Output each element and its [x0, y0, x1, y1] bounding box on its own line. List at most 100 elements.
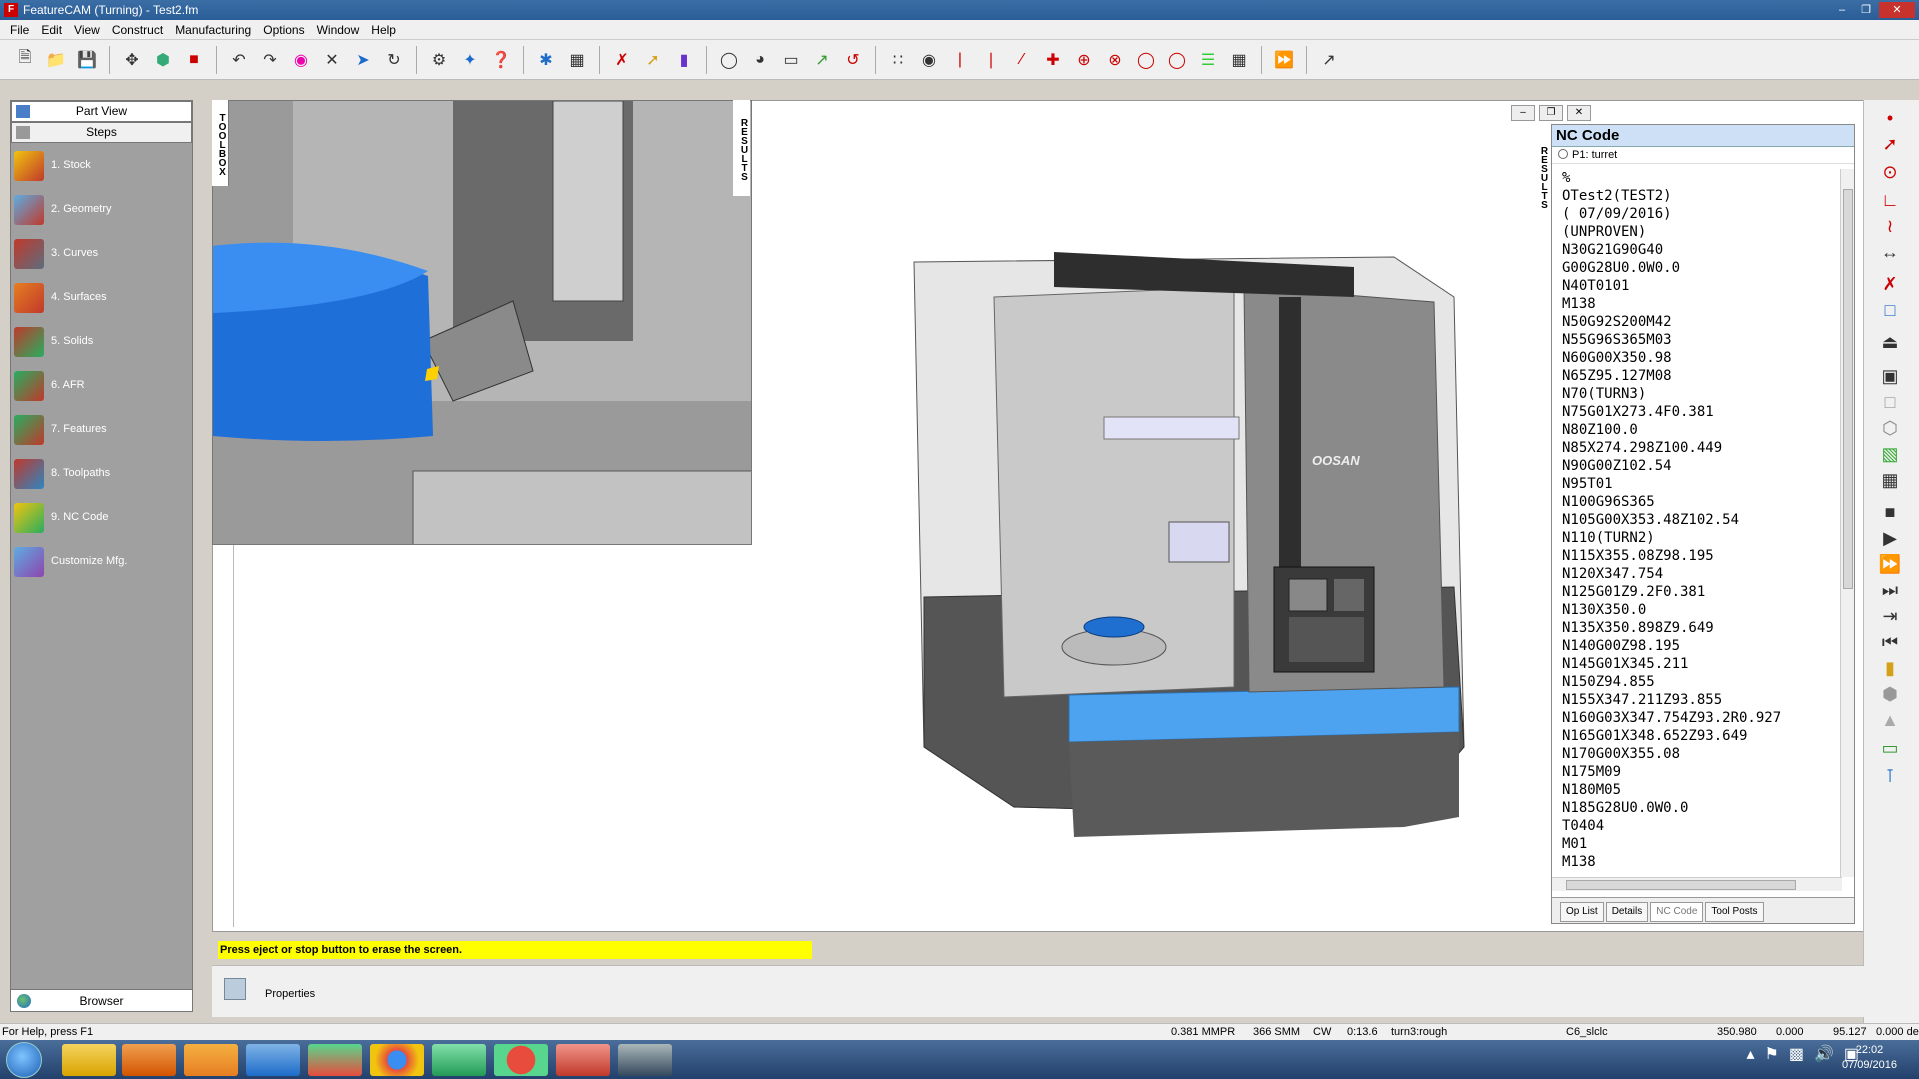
menu-manufacturing[interactable]: Manufacturing [175, 23, 251, 37]
sim-3d-icon[interactable]: ▦ [1878, 468, 1902, 492]
volume-icon[interactable]: 🔊 [1814, 1044, 1834, 1064]
nc-code-line[interactable]: N140G00Z98.195 [1562, 637, 1838, 655]
nc-code-line[interactable]: N80Z100.0 [1562, 421, 1838, 439]
nc-code-line[interactable]: N115X355.08Z98.195 [1562, 547, 1838, 565]
circle-center-icon[interactable]: ⊕ [1071, 47, 1097, 73]
line-vertical-icon[interactable]: | [947, 47, 973, 73]
explorer-icon[interactable] [62, 1044, 116, 1076]
nc-code-line[interactable]: M01 [1562, 835, 1838, 853]
nc-code-line[interactable]: N55G96S365M03 [1562, 331, 1838, 349]
snap-icon[interactable]: ✱ [533, 47, 559, 73]
pan-icon[interactable]: ✥ [119, 47, 145, 73]
open-folder-icon[interactable]: 📁 [43, 47, 69, 73]
viewport-minimize-button[interactable]: – [1511, 105, 1535, 121]
properties-label[interactable]: Properties [265, 988, 315, 1000]
menu-view[interactable]: View [74, 23, 100, 37]
viewport-close-button[interactable]: ✕ [1567, 105, 1591, 121]
step-features[interactable]: 7. Features [11, 407, 192, 451]
eraser-icon[interactable]: ▭ [778, 47, 804, 73]
network-icon[interactable]: ▩ [1789, 1044, 1804, 1064]
layers-icon[interactable]: ☰ [1195, 47, 1221, 73]
step-toolpath-icon[interactable]: ⇥ [1878, 604, 1902, 628]
view-top-icon[interactable]: ▣ [1878, 364, 1902, 388]
circle-tool-icon[interactable]: ⊙ [1878, 160, 1902, 184]
help-icon[interactable]: ❓ [488, 47, 514, 73]
nc-code-line[interactable]: % [1562, 169, 1838, 187]
wizard-icon[interactable]: ✦ [457, 47, 483, 73]
step-curves[interactable]: 3. Curves [11, 231, 192, 275]
nc-code-line[interactable]: N85X274.298Z100.449 [1562, 439, 1838, 457]
browser-tab[interactable]: Browser [11, 989, 192, 1011]
nc-code-line[interactable]: N90G00Z102.54 [1562, 457, 1838, 475]
transform-tool-icon[interactable]: □ [1878, 298, 1902, 322]
dimension-icon[interactable]: ↔ [1878, 240, 1902, 264]
play-icon[interactable]: ▶ [1878, 526, 1902, 550]
start-button[interactable] [6, 1042, 42, 1078]
step-customize-mfg[interactable]: Customize Mfg. [11, 539, 192, 583]
step-geometry[interactable]: 2. Geometry [11, 187, 192, 231]
minimize-button[interactable]: – [1831, 2, 1853, 18]
calculator-icon[interactable]: ▦ [1226, 47, 1252, 73]
arc-tool-icon[interactable]: ∟ [1878, 188, 1902, 212]
results-label-inset[interactable]: RESULTS [733, 100, 750, 196]
toolbox-label[interactable]: TOOLBOX [212, 100, 229, 186]
circle-tangent-icon[interactable]: ◯ [1164, 47, 1190, 73]
tab-nc-code[interactable]: NC Code [1650, 902, 1704, 922]
steps-tab[interactable]: Steps [11, 122, 192, 143]
chrome-icon[interactable] [370, 1044, 424, 1076]
nc-code-line[interactable]: N130X350.0 [1562, 601, 1838, 619]
step-stock[interactable]: 1. Stock [11, 143, 192, 187]
setup-icon[interactable]: ⚙ [426, 47, 452, 73]
simulate-icon[interactable]: ⏩ [1271, 47, 1297, 73]
grid-icon[interactable]: ▦ [564, 47, 590, 73]
redo-icon[interactable]: ↷ [257, 47, 283, 73]
system-clock[interactable]: 22:02 07/09/2016 [1842, 1043, 1897, 1073]
nc-code-line[interactable]: N50G92S200M42 [1562, 313, 1838, 331]
line-tool-icon[interactable]: ➚ [1878, 132, 1902, 156]
tray-arrow-icon[interactable]: ▴ [1746, 1044, 1754, 1064]
nc-code-line[interactable]: N170G00X355.08 [1562, 745, 1838, 763]
step-solids[interactable]: 5. Solids [11, 319, 192, 363]
nc-code-line[interactable]: N75G01X273.4F0.381 [1562, 403, 1838, 421]
crosshair-icon[interactable]: ✚ [1040, 47, 1066, 73]
line-angle-icon[interactable]: ∕ [1009, 47, 1035, 73]
menu-edit[interactable]: Edit [41, 23, 62, 37]
pointer-icon[interactable]: ↗ [1316, 47, 1342, 73]
shade-cube-icon[interactable]: ⬢ [1878, 682, 1902, 706]
point-grid-icon[interactable]: ∷ [885, 47, 911, 73]
nc-code-line[interactable]: N150Z94.855 [1562, 673, 1838, 691]
nc-vertical-scrollbar[interactable] [1840, 169, 1854, 877]
menu-options[interactable]: Options [263, 23, 304, 37]
menu-file[interactable]: File [10, 23, 29, 37]
toolbox-inset-view[interactable] [212, 100, 752, 545]
nc-code-line[interactable]: N160G03X347.754Z93.2R0.927 [1562, 709, 1838, 727]
measure-icon[interactable]: ◯ [716, 47, 742, 73]
fillet-icon[interactable]: ◕ [747, 47, 773, 73]
extend-icon[interactable]: ➚ [640, 47, 666, 73]
lasso-icon[interactable]: ↻ [381, 47, 407, 73]
nc-code-line[interactable]: (UNPROVEN) [1562, 223, 1838, 241]
close-button[interactable]: ✕ [1879, 2, 1915, 18]
view-iso-icon[interactable]: ⬡ [1878, 416, 1902, 440]
spreadsheet-icon[interactable] [432, 1044, 486, 1076]
undo-icon[interactable]: ↶ [226, 47, 252, 73]
part-icon[interactable]: ▮ [671, 47, 697, 73]
trim-icon[interactable]: ✗ [609, 47, 635, 73]
paint-app-icon[interactable] [308, 1044, 362, 1076]
eject-icon[interactable]: ⏏ [1878, 330, 1902, 354]
nc-code-line[interactable]: N155X347.211Z93.855 [1562, 691, 1838, 709]
nc-code-line[interactable]: N100G96S365 [1562, 493, 1838, 511]
nc-code-line[interactable]: N105G00X353.48Z102.54 [1562, 511, 1838, 529]
part-view-tab[interactable]: Part View [11, 101, 192, 122]
featurecam-taskbar-icon[interactable] [556, 1044, 610, 1076]
nc-code-line[interactable]: N60G00X350.98 [1562, 349, 1838, 367]
nc-code-line[interactable]: N70(TURN3) [1562, 385, 1838, 403]
nc-code-line[interactable]: N40T0101 [1562, 277, 1838, 295]
view-cube-icon[interactable]: ⬢ [150, 47, 176, 73]
nc-code-line[interactable]: N95T01 [1562, 475, 1838, 493]
fast-forward-icon[interactable]: ⏩ [1878, 552, 1902, 576]
nc-horizontal-scrollbar[interactable] [1552, 877, 1842, 891]
save-icon[interactable]: 💾 [74, 47, 100, 73]
properties-icon[interactable] [224, 978, 246, 1000]
media-player-icon[interactable] [122, 1044, 176, 1076]
